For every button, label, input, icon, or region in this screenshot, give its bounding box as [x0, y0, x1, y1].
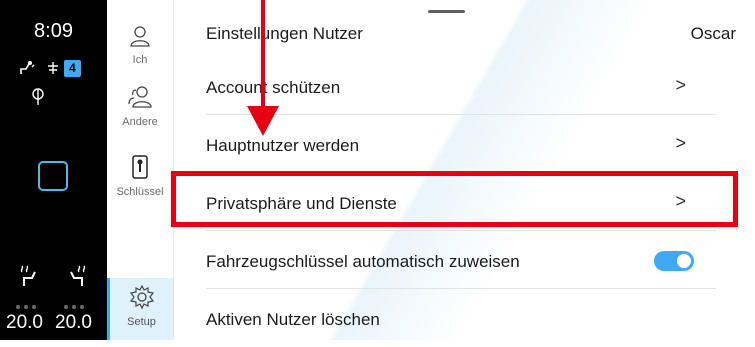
- people-icon: [126, 86, 154, 114]
- temperature-left[interactable]: 20.0: [6, 312, 43, 334]
- auto-assign-key-toggle[interactable]: [654, 251, 694, 271]
- settings-nav: Ich Andere Schlüssel Setup: [107, 0, 174, 340]
- key-fob-icon: [130, 155, 150, 184]
- current-user-name: Oscar: [690, 24, 736, 43]
- settings-header: Einstellungen Nutzer Oscar: [206, 2, 736, 62]
- nav-item-andere[interactable]: Andere: [107, 84, 173, 128]
- annotation-arrow-head: [247, 106, 279, 136]
- home-square-button[interactable]: [38, 161, 68, 191]
- seat-heat-left-icon[interactable]: [18, 262, 40, 293]
- person-icon: [128, 26, 152, 52]
- annotation-arrow-line: [261, 0, 265, 110]
- seat-belt-icon: [18, 60, 36, 81]
- status-icons: 4: [18, 60, 98, 80]
- clock: 8:09: [34, 20, 73, 42]
- settings-row-label: Aktiven Nutzer löschen: [206, 310, 380, 329]
- nav-item-ich[interactable]: Ich: [107, 24, 173, 66]
- nav-item-setup[interactable]: Setup: [107, 278, 173, 340]
- nav-item-label: Ich: [132, 54, 148, 66]
- chevron-right-icon: >: [675, 133, 686, 153]
- nav-item-label: Andere: [122, 116, 158, 128]
- phone-signal-icon: [31, 88, 45, 111]
- nav-item-schluessel[interactable]: Schlüssel: [107, 154, 173, 198]
- settings-row-label: Account schützen: [206, 78, 341, 97]
- settings-row-label: Fahrzeugschlüssel automatisch zuweisen: [206, 252, 520, 271]
- settings-row-label: Hauptnutzer werden: [206, 136, 360, 155]
- gear-icon: [129, 284, 155, 314]
- settings-row-account-schuetzen[interactable]: Account schützen >: [206, 57, 716, 115]
- nav-item-label: Schlüssel: [116, 186, 164, 198]
- page-title: Einstellungen Nutzer: [206, 24, 363, 43]
- seat-heat-right-icon[interactable]: [66, 262, 88, 293]
- status-bar: 8:09 4 20.0 20.0: [0, 0, 107, 340]
- nav-item-label: Setup: [127, 316, 156, 328]
- settings-row-fahrzeugschluessel-zuweisen: Fahrzeugschlüssel automatisch zuweisen: [206, 231, 716, 289]
- chevron-right-icon: >: [675, 75, 686, 95]
- annotation-highlight-box: [171, 171, 738, 227]
- toggle-knob: [677, 254, 691, 268]
- seat-heat-left-level: [16, 296, 40, 309]
- antenna-icon: [46, 60, 60, 81]
- temperature-right[interactable]: 20.0: [55, 312, 92, 334]
- seat-heat-right-level: [64, 296, 88, 309]
- settings-row-hauptnutzer-werden[interactable]: Hauptnutzer werden >: [206, 115, 716, 173]
- notification-count-badge: 4: [64, 60, 81, 77]
- settings-row-aktiven-nutzer-loeschen[interactable]: Aktiven Nutzer löschen: [206, 289, 716, 347]
